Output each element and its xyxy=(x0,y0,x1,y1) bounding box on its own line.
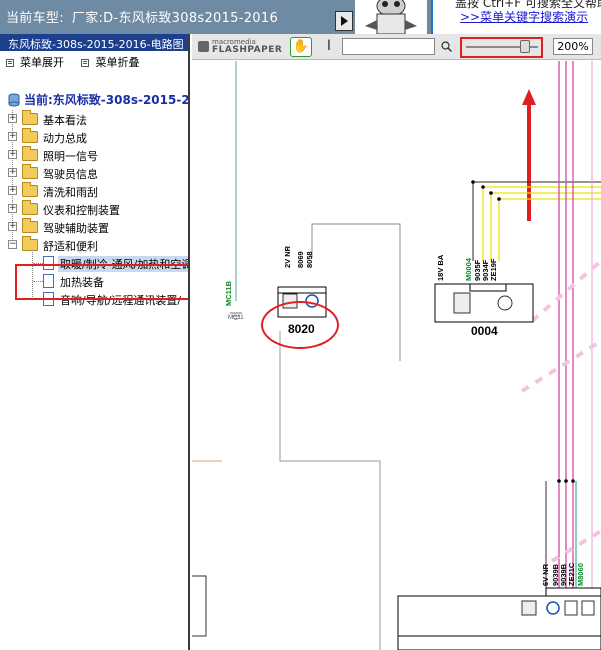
pin-label: 8058 xyxy=(305,251,314,268)
collapse-all-label: 菜单折叠 xyxy=(95,56,140,69)
zoom-level[interactable]: 200% xyxy=(553,38,593,55)
document-icon xyxy=(43,292,54,306)
pin-label: 6V NR xyxy=(541,563,550,586)
expand-icon[interactable]: + xyxy=(8,204,17,213)
folder-icon xyxy=(22,200,38,215)
pin-label: 8069 xyxy=(296,251,305,268)
expand-icon[interactable]: + xyxy=(8,150,17,159)
panel-title: 东风标致-308s-2015-2016-电路图 xyxy=(0,34,188,51)
current-vehicle-label: 当前:东风标致-308s-2015-2016 xyxy=(24,93,190,107)
database-icon xyxy=(8,93,20,107)
pin-label: M0004 xyxy=(464,258,473,281)
tree-item-instruments[interactable]: + 仪表和控制装置 xyxy=(0,200,188,218)
expand-icon[interactable]: + xyxy=(8,114,17,123)
car-model-info: 当前车型: 厂家:D-东风标致308s2015-2016 xyxy=(6,7,278,26)
expand-all-button[interactable]: 菜单展开 xyxy=(6,56,64,69)
document-viewer: macromedia FLASHPAPER ✋ I 200% 2V NR 806… xyxy=(192,34,601,650)
current-vehicle[interactable]: 当前:东风标致-308s-2015-2016 xyxy=(0,91,188,110)
search-icon[interactable] xyxy=(441,41,452,52)
tree-item-wipers[interactable]: + 清洗和雨刮 xyxy=(0,182,188,200)
play-icon[interactable] xyxy=(335,11,353,31)
pin-label: ZE19F xyxy=(489,258,498,281)
collapse-icon[interactable]: − xyxy=(8,240,17,249)
wiring-diagram-page[interactable]: 2V NR 8069 8058 8020 18V BA M0004 9035F … xyxy=(192,61,601,650)
expand-icon[interactable]: + xyxy=(8,186,17,195)
collapse-all-button[interactable]: 菜单折叠 xyxy=(81,56,139,69)
search-demo-link[interactable]: >>菜单关键字搜索演示 xyxy=(460,8,588,25)
wire-label: MC11B xyxy=(224,280,233,306)
tree-item-lighting[interactable]: + 照明一信号 xyxy=(0,146,188,164)
car-model-label: 当前车型: xyxy=(6,11,64,26)
logo-bottom-text: FLASHPAPER xyxy=(212,45,283,55)
tree-item-heating[interactable]: 加热装备 xyxy=(0,272,188,290)
folder-open-icon xyxy=(22,236,38,251)
tree-item-basics[interactable]: + 基本看法 xyxy=(0,110,188,128)
folder-icon xyxy=(22,218,38,233)
viewer-toolbar: macromedia FLASHPAPER ✋ I 200% xyxy=(192,34,601,60)
expand-icon[interactable]: + xyxy=(8,222,17,231)
folder-icon xyxy=(22,146,38,161)
flashpaper-logo: macromedia FLASHPAPER xyxy=(198,38,283,56)
car-model-value: 厂家:D-东风标致308s2015-2016 xyxy=(71,11,279,26)
tree-item-driver-info[interactable]: + 驾驶员信息 xyxy=(0,164,188,182)
ground-label: MC11 xyxy=(228,315,244,321)
folder-icon xyxy=(22,128,38,143)
folder-icon xyxy=(22,110,38,125)
tree-item-hvac[interactable]: 取暖/制冷-通风/加热和空调 xyxy=(0,254,188,272)
menu-icon xyxy=(81,59,90,67)
hand-tool-icon[interactable]: ✋ xyxy=(290,37,312,57)
help-box: 盖按 Ctrl+F 可搜索全文帮助 >>菜单关键字搜索演示 xyxy=(431,0,601,34)
zoom-slider[interactable] xyxy=(460,37,543,57)
zoom-slider-thumb[interactable] xyxy=(520,40,531,53)
text-select-icon[interactable]: I xyxy=(318,37,340,57)
tree-item-comfort[interactable]: − 舒适和便利 xyxy=(0,236,188,254)
menu-tree: + 基本看法 + 动力总成 + 照明一信号 + 驾驶员信息 + 清洗和雨刮 + 仪表和控制装… xyxy=(0,110,188,308)
tree-item-audio-nav[interactable]: 音响/导航/远程通讯装置/ xyxy=(0,290,188,308)
expand-icon[interactable]: + xyxy=(8,132,17,141)
menu-panel: 东风标致-308s-2015-2016-电路图 菜单展开 菜单折叠 当前:东风标… xyxy=(0,34,190,650)
expand-all-label: 菜单展开 xyxy=(20,56,64,69)
wiring-diagram xyxy=(192,61,601,650)
pin-label: M8060 xyxy=(576,563,585,586)
component-0004-label: 0004 xyxy=(471,324,498,338)
document-icon xyxy=(43,256,54,270)
search-input[interactable] xyxy=(342,38,435,55)
tree-item-driving-aids[interactable]: + 驾驶辅助装置 xyxy=(0,218,188,236)
document-icon xyxy=(43,274,54,288)
tree-item-powertrain[interactable]: + 动力总成 xyxy=(0,128,188,146)
folder-icon xyxy=(22,164,38,179)
menu-actions: 菜单展开 菜单折叠 xyxy=(0,51,188,69)
menu-icon xyxy=(6,59,14,67)
pin-label: 2V NR xyxy=(283,245,292,268)
pin-label: 18V BA xyxy=(436,254,445,281)
component-8020-label: 8020 xyxy=(288,322,315,336)
mascot-image xyxy=(355,0,427,34)
folder-icon xyxy=(22,182,38,197)
pin-label: ZE21C xyxy=(567,562,576,586)
expand-icon[interactable]: + xyxy=(8,168,17,177)
top-bar: 当前车型: 厂家:D-东风标致308s2015-2016 盖按 Ctrl+F 可搜… xyxy=(0,0,601,34)
